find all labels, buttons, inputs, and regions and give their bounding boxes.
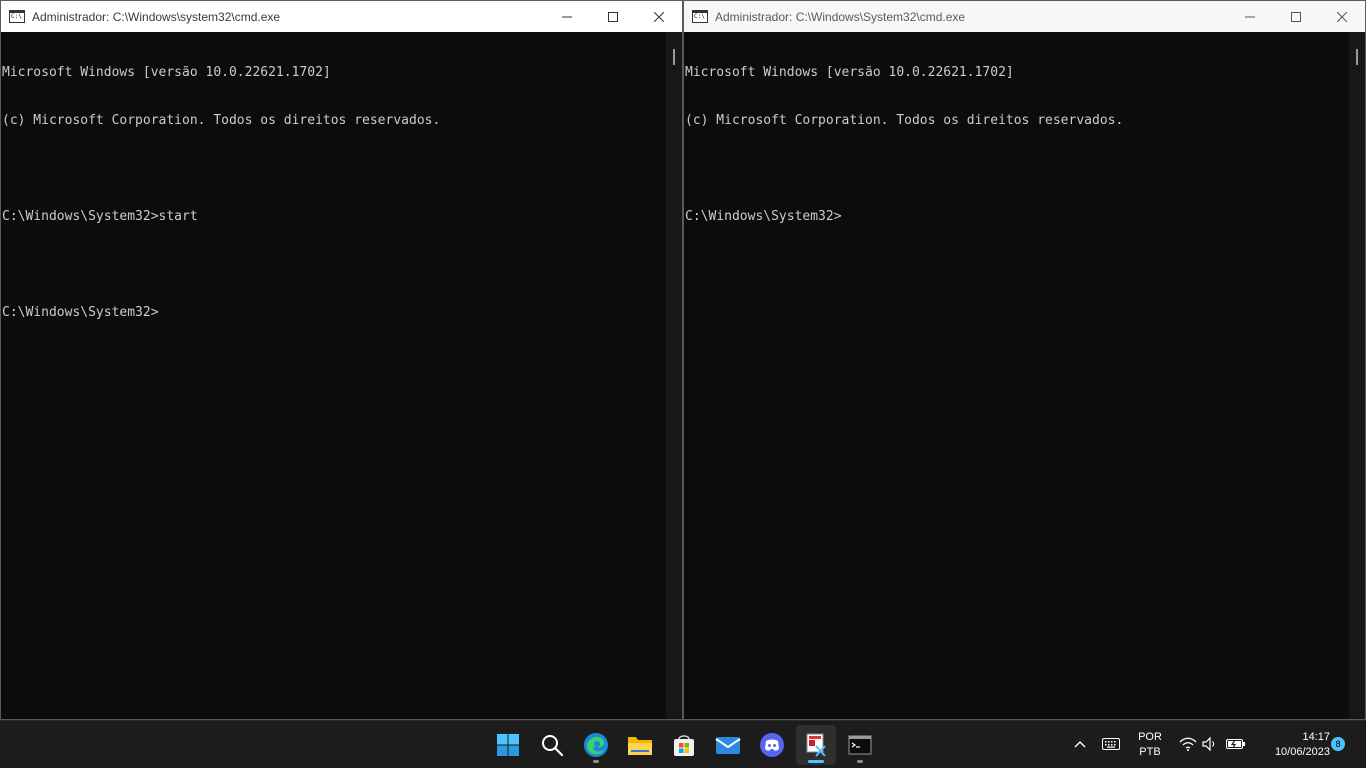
chevron-up-icon (1074, 741, 1086, 748)
wifi-icon (1179, 737, 1197, 751)
terminal-button[interactable] (840, 725, 880, 765)
close-icon (654, 11, 664, 22)
folder-icon (628, 737, 652, 755)
clock-date: 10/06/2023 (1274, 746, 1330, 758)
maximize-icon (608, 11, 618, 22)
console-line: C:\Windows\System32>start (2, 209, 198, 224)
running-indicator (593, 760, 599, 763)
speaker-icon (1202, 737, 1215, 751)
terminal-icon (848, 735, 872, 755)
notification-badge[interactable]: 8 (1331, 737, 1345, 751)
title-bar[interactable]: Administrador: C:\Windows\System32\cmd.e… (684, 1, 1365, 32)
battery-charging-icon (1226, 739, 1245, 749)
vertical-scrollbar[interactable] (1349, 32, 1365, 719)
console-line: Microsoft Windows [versão 10.0.22621.170… (2, 65, 331, 80)
console-line: C:\Windows\System32> (2, 305, 159, 320)
mail-button[interactable] (708, 725, 748, 765)
volume-button[interactable] (1199, 733, 1221, 755)
store-button[interactable] (664, 725, 704, 765)
snipping-tool-icon (806, 733, 826, 757)
running-indicator (857, 760, 863, 763)
minimize-button[interactable] (544, 1, 590, 32)
edge-icon (584, 733, 608, 757)
title-bar[interactable]: Administrador: C:\Windows\system32\cmd.e… (1, 1, 682, 32)
vertical-scrollbar[interactable] (666, 32, 682, 719)
start-button[interactable] (488, 725, 528, 765)
console-line: C:\Windows\System32> (685, 209, 842, 224)
discord-icon (760, 733, 784, 757)
console-line: Microsoft Windows [versão 10.0.22621.170… (685, 65, 1014, 80)
minimize-icon (562, 16, 572, 17)
window-title: Administrador: C:\Windows\system32\cmd.e… (32, 9, 281, 24)
scrollbar-thumb[interactable] (673, 49, 675, 65)
minimize-button[interactable] (1227, 1, 1273, 32)
cmd-window-right[interactable]: Administrador: C:\Windows\System32\cmd.e… (683, 0, 1366, 720)
maximize-button[interactable] (1273, 1, 1319, 32)
windows-logo-icon (497, 734, 519, 756)
file-explorer-button[interactable] (620, 725, 660, 765)
touch-keyboard-button[interactable] (1100, 733, 1122, 755)
close-button[interactable] (1319, 1, 1365, 32)
clock-time: 14:17 (1302, 731, 1330, 743)
close-icon (1337, 11, 1347, 22)
console-line: (c) Microsoft Corporation. Todos os dire… (2, 113, 441, 128)
taskbar: POR PTB 14:17 10/06/2023 (0, 720, 1366, 768)
network-button[interactable] (1177, 733, 1199, 755)
mail-icon (715, 737, 741, 754)
language-code: POR (1138, 731, 1162, 743)
desktop: Administrador: C:\Windows\system32\cmd.e… (0, 0, 1366, 768)
search-button[interactable] (532, 725, 572, 765)
edge-button[interactable] (576, 725, 616, 765)
cmd-icon[interactable] (9, 10, 25, 23)
show-hidden-icons-button[interactable] (1069, 733, 1091, 755)
discord-button[interactable] (752, 725, 792, 765)
search-icon (542, 735, 564, 757)
keyboard-layout: PTB (1139, 746, 1161, 758)
snipping-tool-button[interactable] (796, 725, 836, 765)
keyboard-icon (1102, 738, 1120, 750)
maximize-button[interactable] (590, 1, 636, 32)
window-title: Administrador: C:\Windows\System32\cmd.e… (715, 9, 966, 24)
running-indicator (808, 760, 824, 763)
close-button[interactable] (636, 1, 682, 32)
console-output[interactable]: Microsoft Windows [versão 10.0.22621.170… (1, 32, 666, 719)
scrollbar-thumb[interactable] (1356, 49, 1358, 65)
store-icon (674, 735, 694, 756)
clock[interactable]: 14:17 10/06/2023 (1254, 730, 1330, 760)
console-line: (c) Microsoft Corporation. Todos os dire… (685, 113, 1124, 128)
cmd-window-left[interactable]: Administrador: C:\Windows\system32\cmd.e… (0, 0, 683, 720)
language-indicator[interactable]: POR PTB (1132, 730, 1168, 760)
console-output[interactable]: Microsoft Windows [versão 10.0.22621.170… (684, 32, 1349, 719)
battery-button[interactable] (1225, 733, 1247, 755)
minimize-icon (1245, 16, 1255, 17)
maximize-icon (1291, 11, 1301, 22)
cmd-icon[interactable] (692, 10, 708, 23)
